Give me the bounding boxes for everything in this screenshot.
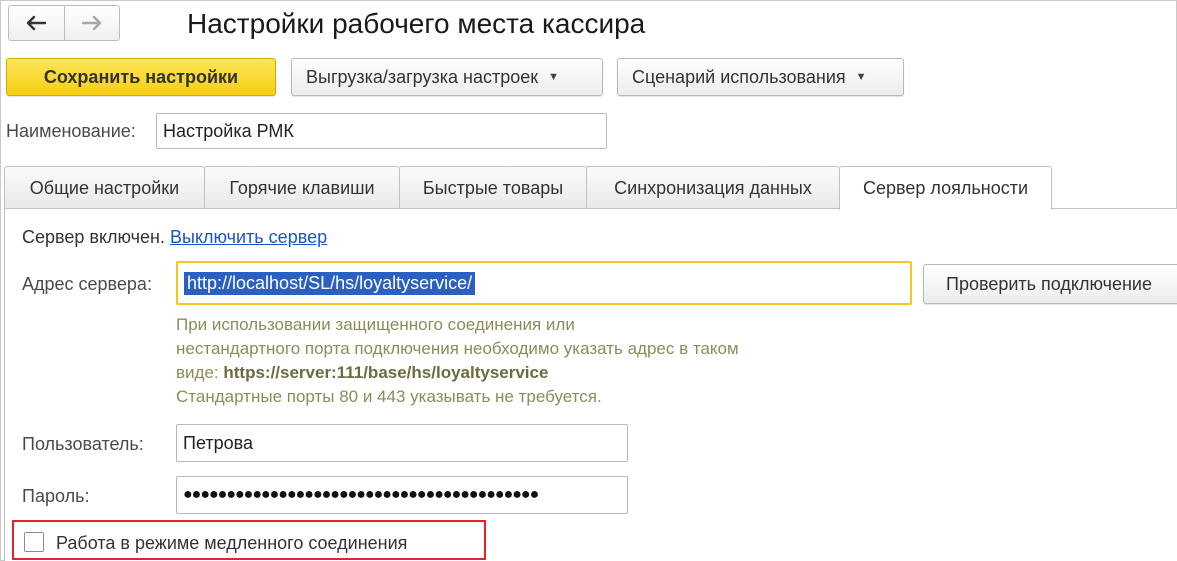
forward-button[interactable] xyxy=(63,6,120,40)
hint-line-3: виде: https://server:111/base/hs/loyalty… xyxy=(176,361,739,385)
hint-line-1: При использовании защищенного соединения… xyxy=(176,315,575,334)
tab-data-sync[interactable]: Синхронизация данных xyxy=(586,166,840,209)
server-address-hint: При использовании защищенного соединения… xyxy=(176,313,739,409)
name-input[interactable]: Настройка РМК xyxy=(156,113,607,149)
page-title: Настройки рабочего места кассира xyxy=(187,8,646,39)
server-address-input[interactable]: http://localhost/SL/hs/loyaltyservice/ xyxy=(176,261,912,305)
save-settings-button[interactable]: Сохранить настройки xyxy=(6,58,276,96)
tab-label: Общие настройки xyxy=(29,177,180,198)
slow-mode-checkbox[interactable] xyxy=(24,532,44,552)
check-connection-button[interactable]: Проверить подключение xyxy=(923,264,1177,304)
hint-prefix: виде: xyxy=(176,363,224,382)
tab-label: Сервер лояльности xyxy=(863,178,1028,198)
password-masked-value: ●●●●●●●●●●●●●●●●●●●●●●●●●●●●●●●●●●●●●●●●… xyxy=(183,486,539,503)
password-input[interactable]: ●●●●●●●●●●●●●●●●●●●●●●●●●●●●●●●●●●●●●●●●… xyxy=(176,476,628,514)
back-button[interactable] xyxy=(9,6,64,40)
hint-line-2: нестандартного порта подключения необход… xyxy=(176,339,739,358)
name-field-label: Наименование: xyxy=(6,121,136,141)
user-input[interactable]: Петрова xyxy=(176,424,628,462)
tab-label: Синхронизация данных xyxy=(614,177,812,198)
tab-hotkeys[interactable]: Горячие клавиши xyxy=(204,166,400,209)
hint-example-address: https://server:111/base/hs/loyaltyservic… xyxy=(223,363,549,382)
server-status-line: Сервер включен. Выключить сервер xyxy=(22,225,327,249)
password-label: Пароль: xyxy=(22,486,90,506)
check-connection-label: Проверить подключение xyxy=(946,273,1152,294)
usage-scenario-button[interactable]: Сценарий использования ▼ xyxy=(617,58,904,96)
server-status-text: Сервер включен. xyxy=(22,227,165,247)
export-import-label: Выгрузка/загрузка настроек xyxy=(306,66,539,87)
tab-label: Быстрые товары xyxy=(422,177,564,198)
hint-line-4: Стандартные порты 80 и 443 указывать не … xyxy=(176,387,602,406)
disable-server-link[interactable]: Выключить сервер xyxy=(170,227,327,247)
settings-tabs: Общие настройки Горячие клавиши Быстрые … xyxy=(4,166,1052,210)
arrow-left-icon xyxy=(27,15,47,31)
tab-loyalty-server[interactable]: Сервер лояльности xyxy=(839,166,1052,210)
chevron-down-icon: ▼ xyxy=(548,71,560,83)
tab-general-settings[interactable]: Общие настройки xyxy=(4,166,205,209)
user-input-value: Петрова xyxy=(183,432,253,453)
save-settings-label: Сохранить настройки xyxy=(43,66,239,87)
chevron-down-icon: ▼ xyxy=(855,71,867,83)
slow-mode-label[interactable]: Работа в режиме медленного соединения xyxy=(56,531,407,555)
export-import-settings-button[interactable]: Выгрузка/загрузка настроек ▼ xyxy=(291,58,603,96)
arrow-right-icon xyxy=(81,15,101,31)
name-input-value: Настройка РМК xyxy=(163,120,294,141)
usage-scenario-label: Сценарий использования xyxy=(632,66,846,87)
tab-quick-products[interactable]: Быстрые товары xyxy=(399,166,587,209)
server-address-value: http://localhost/SL/hs/loyaltyservice/ xyxy=(184,271,476,295)
server-address-label: Адрес сервера: xyxy=(22,274,152,294)
user-label: Пользователь: xyxy=(22,434,144,454)
navigation-buttons xyxy=(8,5,120,41)
tab-label: Горячие клавиши xyxy=(229,177,375,198)
